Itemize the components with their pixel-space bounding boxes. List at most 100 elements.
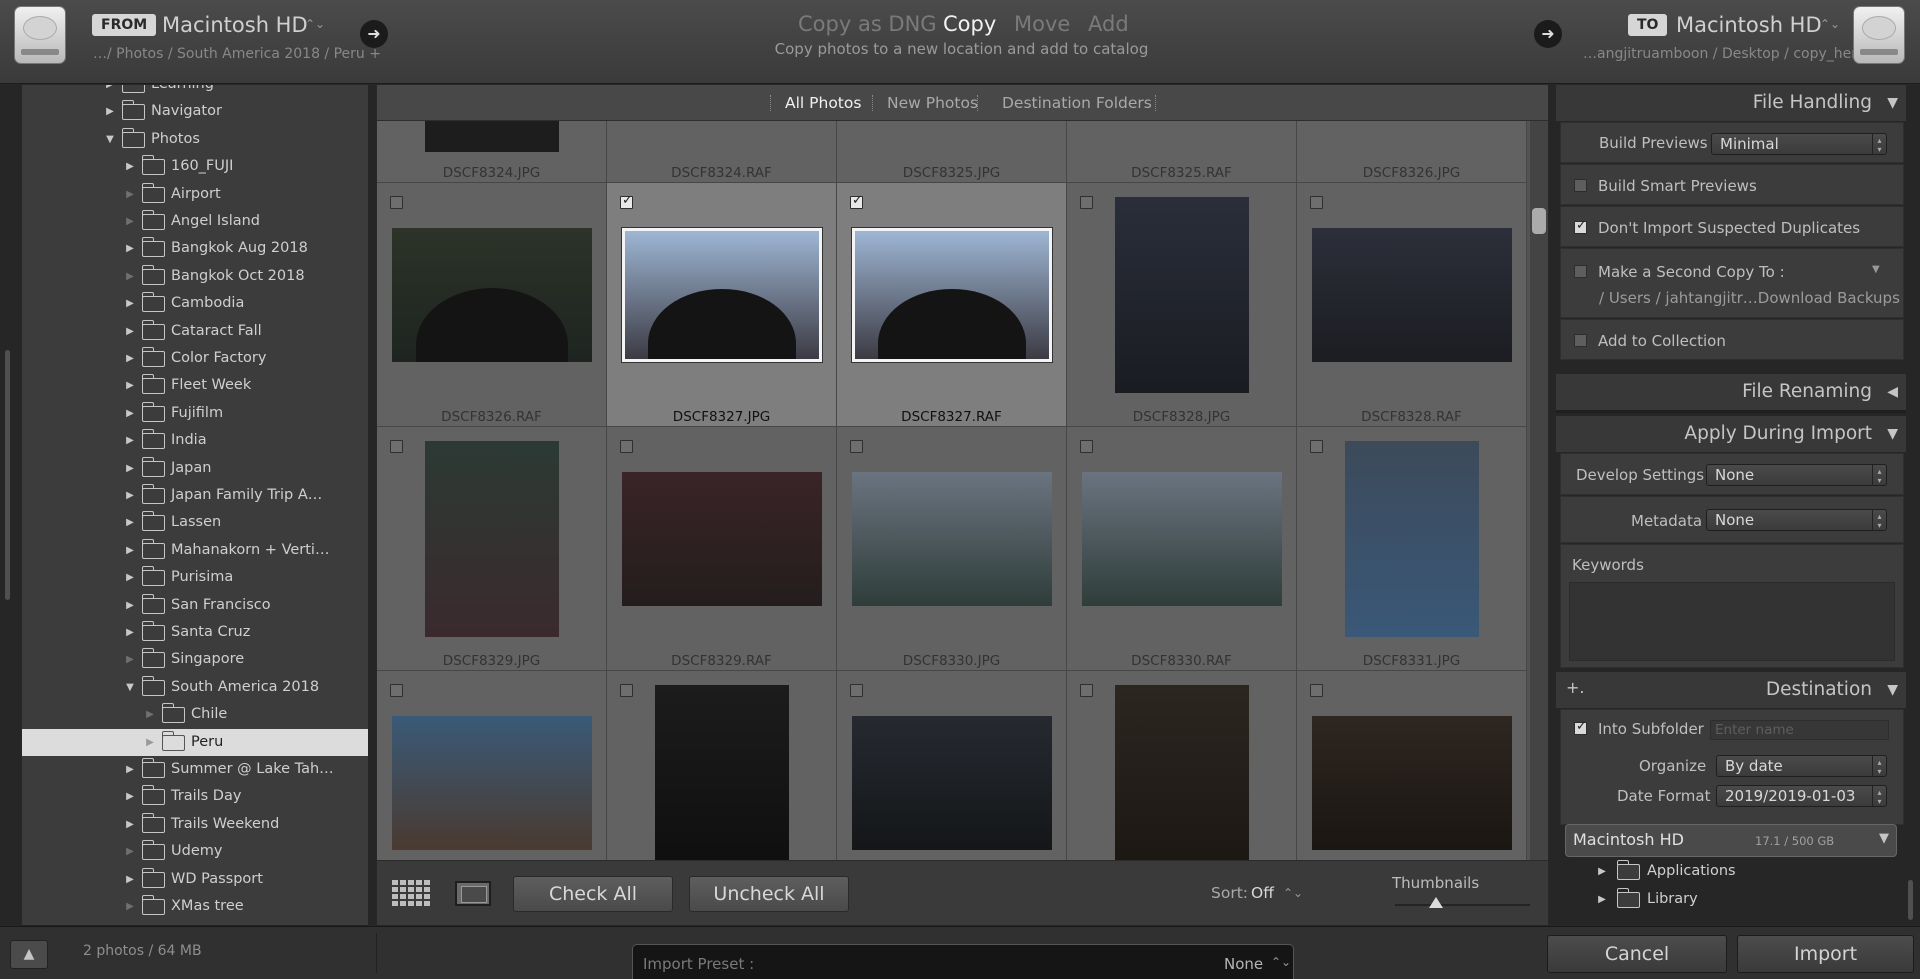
source-path[interactable]: …/ Photos / South America 2018 / Peru + [93, 46, 381, 62]
destination-hard-drive-icon[interactable] [1853, 6, 1905, 64]
photo-thumbnail[interactable] [852, 716, 1052, 850]
photo-thumbnail[interactable] [622, 228, 822, 362]
dont-import-duplicates-checkbox[interactable] [1574, 218, 1587, 234]
disclosure-triangle-icon[interactable]: ▶ [124, 455, 136, 482]
folder-tree-item[interactable]: ▶ Airport [22, 181, 368, 208]
grid-view-icon[interactable] [392, 878, 434, 908]
photo-thumbnail[interactable] [1082, 472, 1282, 606]
disclosure-triangle-icon[interactable]: ▼ [124, 674, 136, 701]
destination-volume-name[interactable]: Macintosh HD [1676, 13, 1822, 37]
folder-tree-item[interactable]: ▶ India [22, 427, 368, 454]
photo-thumbnail[interactable] [655, 685, 789, 860]
disclosure-triangle-icon[interactable]: ▶ [124, 290, 136, 317]
photo-thumbnail[interactable] [425, 121, 559, 152]
disclosure-triangle-icon[interactable]: ▶ [124, 756, 136, 783]
loupe-view-icon[interactable] [455, 881, 491, 906]
photo-cell[interactable]: DSCF8328.RAF [1297, 183, 1527, 427]
photo-thumbnail[interactable] [622, 472, 822, 606]
disclosure-triangle-icon[interactable]: ▶ [124, 619, 136, 646]
disclosure-triangle-icon[interactable]: ▶ [124, 400, 136, 427]
tab-all-photos[interactable]: All Photos [785, 94, 861, 112]
photo-cell[interactable] [1067, 671, 1297, 860]
photo-cell[interactable]: DSCF8330.RAF [1067, 427, 1297, 671]
photo-checkbox[interactable] [620, 193, 633, 209]
photo-cell[interactable]: DSCF8324.RAF [607, 121, 837, 183]
photo-thumbnail[interactable] [1312, 716, 1512, 850]
destination-path[interactable]: …angjitruamboon / Desktop / copy_here [1583, 46, 1865, 62]
file-renaming-header[interactable]: File Renaming ◀ [1556, 374, 1906, 410]
photo-cell[interactable]: DSCF8324.JPG [377, 121, 607, 183]
keywords-field[interactable] [1569, 582, 1895, 661]
tab-new-photos[interactable]: New Photos [887, 94, 978, 112]
mode-copy-as-dng[interactable]: Copy as DNG [798, 12, 937, 36]
source-hard-drive-icon[interactable] [14, 6, 66, 64]
photo-checkbox[interactable] [850, 684, 863, 697]
cancel-button[interactable]: Cancel [1547, 935, 1727, 973]
disclosure-triangle-icon[interactable]: ▶ [124, 783, 136, 810]
second-copy-menu-chevron-icon[interactable]: ▼ [1872, 264, 1880, 275]
folder-tree-item[interactable]: ▶ Color Factory [22, 345, 368, 372]
folder-tree-item[interactable]: ▶ Chile [22, 701, 368, 728]
photo-checkbox[interactable] [850, 440, 863, 453]
folder-tree-item[interactable]: ▶ San Francisco [22, 592, 368, 619]
destination-header[interactable]: Destination ▼ [1556, 672, 1906, 708]
photo-cell[interactable]: DSCF8328.JPG [1067, 183, 1297, 427]
into-subfolder-checkbox[interactable] [1574, 719, 1587, 735]
destination-volume-row[interactable]: Macintosh HD 17.1 / 500 GB ▼ [1565, 824, 1897, 857]
photo-cell[interactable] [607, 671, 837, 860]
photo-cell[interactable]: DSCF8329.JPG [377, 427, 607, 671]
folder-tree-item[interactable]: ▶ Cataract Fall [22, 318, 368, 345]
folder-tree-item[interactable]: ▶ Mahanakorn + Verti… [22, 537, 368, 564]
destination-folder-item[interactable]: ▶ Library [1560, 886, 1904, 913]
disclosure-triangle-icon[interactable]: ▶ [124, 537, 136, 564]
photo-checkbox[interactable] [1310, 196, 1323, 209]
photo-cell[interactable] [837, 671, 1067, 860]
photo-thumbnail[interactable] [1115, 197, 1249, 393]
disclosure-triangle-icon[interactable]: ▶ [124, 153, 136, 180]
photo-cell[interactable]: DSCF8330.JPG [837, 427, 1067, 671]
destination-folder-item[interactable]: ▶ Applications [1560, 858, 1904, 885]
disclosure-triangle-icon[interactable]: ▶ [124, 235, 136, 262]
folder-tree-item[interactable]: ▶ XMas tree [22, 893, 368, 920]
destination-volume-chevron-icon[interactable]: ⌃⌄ [1820, 17, 1840, 31]
photo-cell[interactable]: DSCF8331.JPG [1297, 427, 1527, 671]
folder-tree-item[interactable]: ▶ Navigator [22, 98, 368, 125]
disclosure-triangle-icon[interactable]: ▶ [124, 564, 136, 591]
folder-tree-item[interactable]: ▶ Angel Island [22, 208, 368, 235]
folder-tree-item[interactable]: ▼ Photos [22, 126, 368, 153]
second-copy-path[interactable]: / Users / jahtangjitr…Download Backups [1599, 289, 1900, 307]
folder-tree-item[interactable]: ▶ Fleet Week [22, 372, 368, 399]
folder-tree-item[interactable]: ▶ Bangkok Aug 2018 [22, 235, 368, 262]
photo-cell[interactable]: DSCF8325.RAF [1067, 121, 1297, 183]
folder-tree-item[interactable]: ▶ Lassen [22, 509, 368, 536]
thumbnail-size-slider[interactable] [1395, 904, 1530, 906]
metadata-select[interactable]: None ▴ ▾ [1706, 509, 1887, 531]
photo-thumbnail[interactable] [392, 228, 592, 362]
mode-copy[interactable]: Copy [943, 12, 996, 36]
photo-cell[interactable] [1297, 671, 1527, 860]
photo-checkbox[interactable] [1080, 440, 1093, 453]
disclosure-triangle-icon[interactable]: ▶ [124, 509, 136, 536]
file-handling-header[interactable]: File Handling ▼ [1556, 85, 1906, 121]
folder-tree-item[interactable]: ▶ Japan [22, 455, 368, 482]
source-volume-name[interactable]: Macintosh HD [162, 13, 308, 37]
folder-tree-item[interactable]: ▶ Bangkok Oct 2018 [22, 263, 368, 290]
photo-cell[interactable]: DSCF8327.RAF [837, 183, 1067, 427]
disclosure-triangle-icon[interactable]: ▶ [124, 482, 136, 509]
check-all-button[interactable]: Check All [513, 876, 673, 912]
photo-thumbnail[interactable] [1345, 441, 1479, 637]
expand-up-icon[interactable]: ▲ [10, 940, 48, 969]
add-to-collection-checkbox[interactable] [1574, 334, 1587, 347]
build-smart-previews-checkbox[interactable] [1574, 179, 1587, 192]
disclosure-triangle-icon[interactable]: ▼ [104, 126, 116, 153]
photo-cell[interactable] [377, 671, 607, 860]
disclosure-triangle-icon[interactable]: ▶ [104, 98, 116, 125]
disclosure-triangle-icon[interactable]: ▶ [124, 372, 136, 399]
disclosure-triangle-icon[interactable]: ▶ [1596, 858, 1608, 885]
folder-tree-item[interactable]: ▶ Learning [22, 85, 368, 98]
photo-cell[interactable]: DSCF8329.RAF [607, 427, 837, 671]
photo-checkbox[interactable] [1310, 440, 1323, 453]
import-preset-chevron-icon[interactable]: ⌃⌄ [1271, 955, 1291, 969]
folder-tree-item[interactable]: ▶ Summer @ Lake Tah… [22, 756, 368, 783]
photo-checkbox[interactable] [620, 440, 633, 453]
